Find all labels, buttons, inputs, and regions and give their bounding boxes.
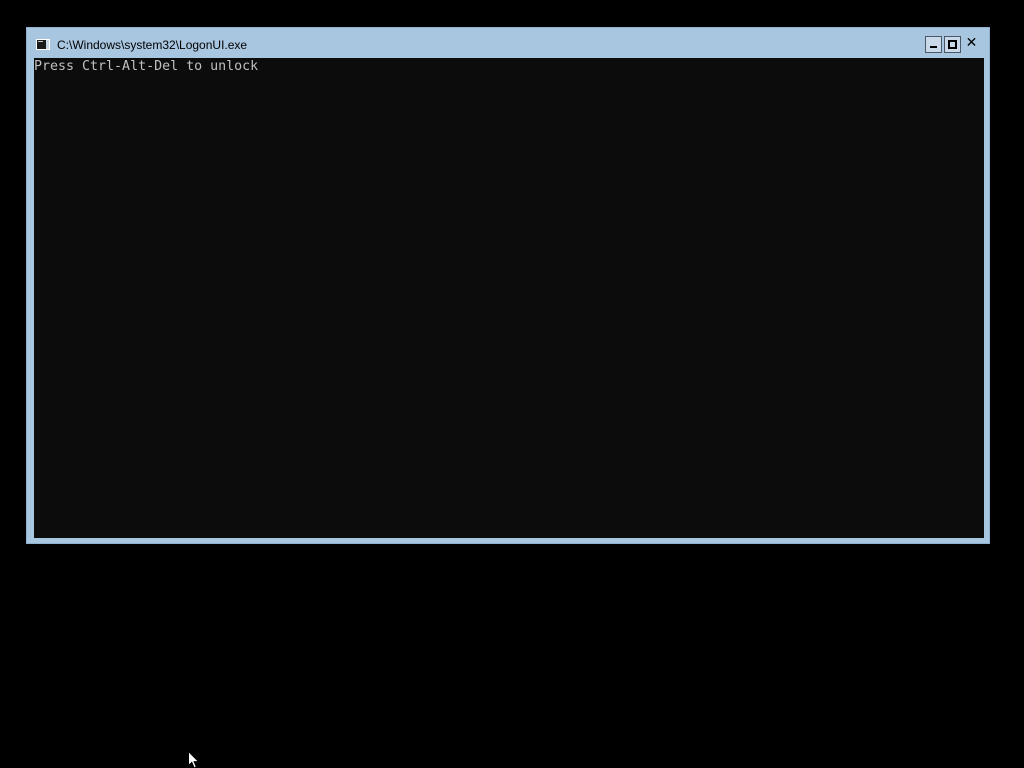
close-icon: ✕ [965, 35, 978, 51]
minimize-icon [930, 46, 937, 48]
maximize-icon [948, 40, 957, 49]
arrow-cursor-icon [188, 751, 200, 768]
console-output[interactable]: Press Ctrl-Alt-Del to unlock [34, 58, 984, 538]
maximize-button[interactable] [944, 36, 961, 53]
minimize-button[interactable] [925, 36, 942, 53]
console-line-unlock-prompt: Press Ctrl-Alt-Del to unlock [34, 59, 259, 74]
close-button[interactable]: ✕ [963, 35, 980, 53]
caption-buttons: ✕ [925, 35, 980, 53]
window-title: C:\Windows\system32\LogonUI.exe [57, 38, 248, 52]
console-app-icon[interactable] [36, 39, 50, 50]
desktop: C:\Windows\system32\LogonUI.exe ✕ Press … [0, 0, 1024, 768]
console-window[interactable]: C:\Windows\system32\LogonUI.exe ✕ Press … [26, 27, 990, 544]
title-bar[interactable]: C:\Windows\system32\LogonUI.exe ✕ [27, 28, 989, 58]
